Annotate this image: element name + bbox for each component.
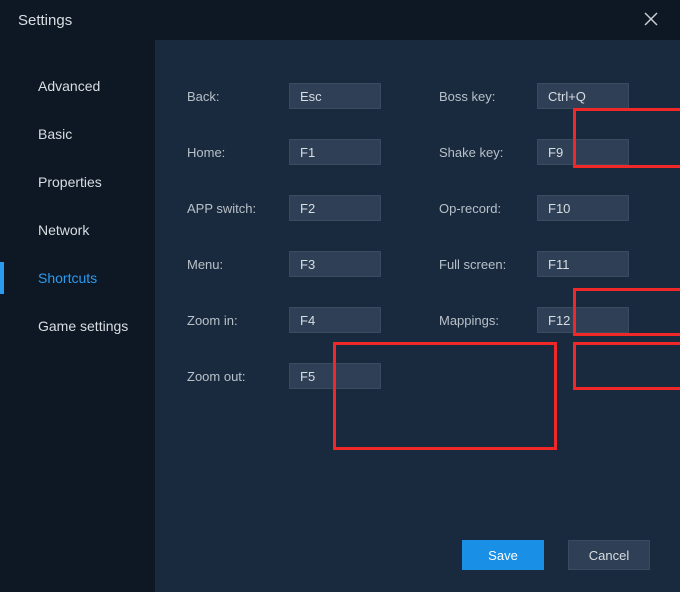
row-home-shakekey: Home: F1 Shake key: F9 [155, 124, 680, 180]
pair-zoomin: Zoom in: F4 [187, 307, 439, 333]
label-shakekey: Shake key: [439, 145, 537, 160]
label-home: Home: [187, 145, 289, 160]
sidebar: Advanced Basic Properties Network Shortc… [0, 40, 155, 592]
titlebar: Settings [0, 0, 680, 40]
pair-fullscreen: Full screen: F11 [439, 251, 669, 277]
input-appswitch[interactable]: F2 [289, 195, 381, 221]
input-shakekey[interactable]: F9 [537, 139, 629, 165]
row-zoomin-mappings: Zoom in: F4 Mappings: F12 [155, 292, 680, 348]
pair-appswitch: APP switch: F2 [187, 195, 439, 221]
sidebar-item-label: Basic [38, 126, 72, 142]
window-title: Settings [18, 12, 72, 29]
label-menu: Menu: [187, 257, 289, 272]
pair-back: Back: Esc [187, 83, 439, 109]
shortcut-rows: Back: Esc Boss key: Ctrl+Q Home: F1 Shak… [155, 68, 680, 404]
row-menu-fullscreen: Menu: F3 Full screen: F11 [155, 236, 680, 292]
save-button[interactable]: Save [462, 540, 544, 570]
label-bosskey: Boss key: [439, 89, 537, 104]
sidebar-item-label: Properties [38, 174, 102, 190]
footer-buttons: Save Cancel [462, 540, 650, 570]
pair-shakekey: Shake key: F9 [439, 139, 669, 165]
sidebar-item-properties[interactable]: Properties [0, 158, 155, 206]
input-zoomout[interactable]: F5 [289, 363, 381, 389]
input-menu[interactable]: F3 [289, 251, 381, 277]
sidebar-item-game-settings[interactable]: Game settings [0, 302, 155, 350]
label-appswitch: APP switch: [187, 201, 289, 216]
label-oprecord: Op-record: [439, 201, 537, 216]
pair-oprecord: Op-record: F10 [439, 195, 669, 221]
input-back[interactable]: Esc [289, 83, 381, 109]
sidebar-item-basic[interactable]: Basic [0, 110, 155, 158]
sidebar-item-label: Advanced [38, 78, 100, 94]
input-fullscreen[interactable]: F11 [537, 251, 629, 277]
input-mappings[interactable]: F12 [537, 307, 629, 333]
sidebar-item-label: Shortcuts [38, 270, 97, 286]
input-oprecord[interactable]: F10 [537, 195, 629, 221]
sidebar-item-advanced[interactable]: Advanced [0, 62, 155, 110]
pair-home: Home: F1 [187, 139, 439, 165]
label-back: Back: [187, 89, 289, 104]
sidebar-item-network[interactable]: Network [0, 206, 155, 254]
row-back-bosskey: Back: Esc Boss key: Ctrl+Q [155, 68, 680, 124]
close-icon[interactable] [636, 6, 666, 35]
sidebar-item-label: Network [38, 222, 89, 238]
content-panel: Back: Esc Boss key: Ctrl+Q Home: F1 Shak… [155, 40, 680, 592]
row-appswitch-oprecord: APP switch: F2 Op-record: F10 [155, 180, 680, 236]
input-bosskey[interactable]: Ctrl+Q [537, 83, 629, 109]
row-zoomout: Zoom out: F5 [155, 348, 680, 404]
sidebar-item-label: Game settings [38, 318, 128, 334]
sidebar-item-shortcuts[interactable]: Shortcuts [0, 254, 155, 302]
label-mappings: Mappings: [439, 313, 537, 328]
pair-mappings: Mappings: F12 [439, 307, 669, 333]
pair-bosskey: Boss key: Ctrl+Q [439, 83, 669, 109]
label-fullscreen: Full screen: [439, 257, 537, 272]
label-zoomin: Zoom in: [187, 313, 289, 328]
pair-zoomout: Zoom out: F5 [187, 363, 439, 389]
settings-window: Settings Advanced Basic Properties Netwo… [0, 0, 680, 592]
cancel-button[interactable]: Cancel [568, 540, 650, 570]
input-zoomin[interactable]: F4 [289, 307, 381, 333]
pair-menu: Menu: F3 [187, 251, 439, 277]
input-home[interactable]: F1 [289, 139, 381, 165]
label-zoomout: Zoom out: [187, 369, 289, 384]
body: Advanced Basic Properties Network Shortc… [0, 40, 680, 592]
